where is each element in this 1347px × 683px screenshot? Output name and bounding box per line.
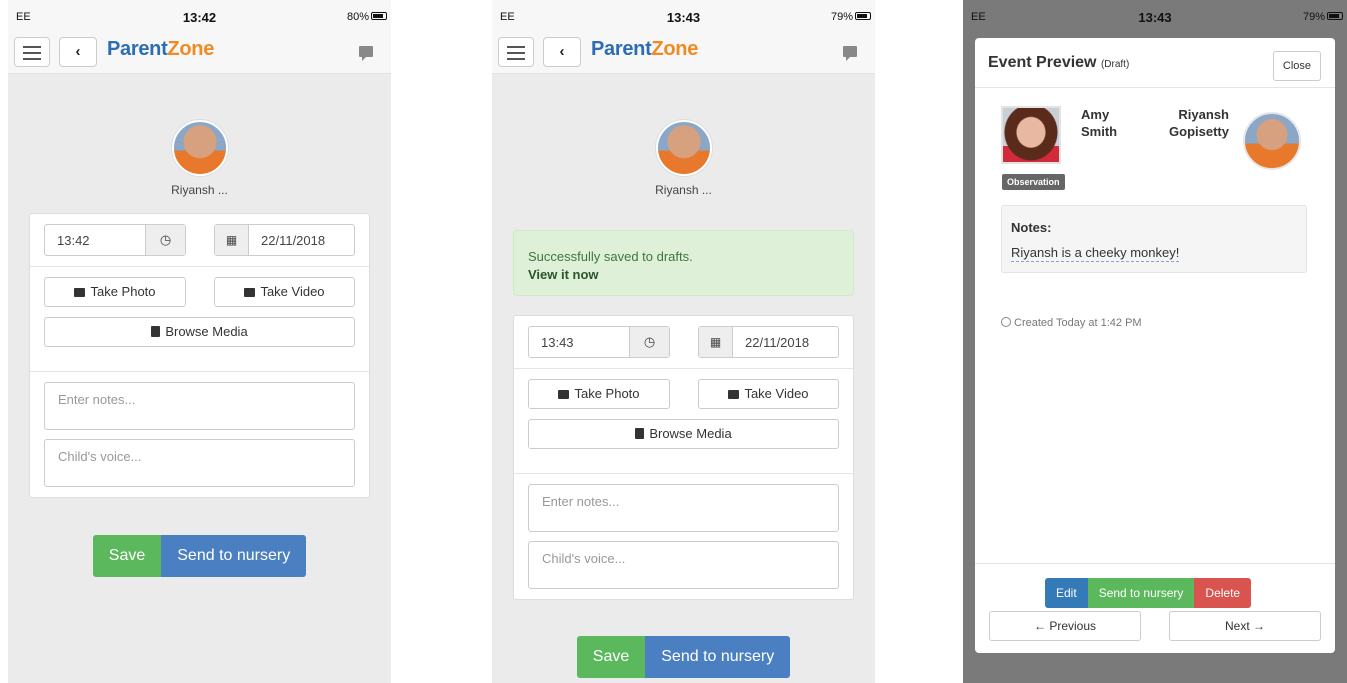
child-full-name: Riyansh Gopisetty: [1169, 107, 1229, 139]
send-to-nursery-button[interactable]: Send to nursery: [1087, 578, 1195, 608]
clock-icon: [1001, 317, 1011, 327]
time-input[interactable]: 13:42 ◷: [44, 224, 186, 256]
form-actions: Save Send to nursery: [8, 535, 391, 577]
battery-percent: 79%: [1302, 11, 1325, 23]
file-icon: [635, 428, 645, 439]
battery-icon: [1327, 12, 1343, 20]
menu-icon[interactable]: [14, 37, 50, 67]
camera-icon: [558, 390, 570, 399]
modal-footer: Edit Send to nursery Delete ← Previous Nex…: [975, 563, 1335, 653]
clock-icon[interactable]: ◷: [629, 327, 669, 357]
staff-name: Amy Smith: [1081, 107, 1118, 139]
status-bar: EE 13:43 79%: [492, 0, 875, 34]
notes-field[interactable]: Enter notes...: [44, 382, 355, 430]
take-photo-button[interactable]: Take Photo: [528, 379, 670, 409]
edit-button[interactable]: Edit: [1045, 578, 1088, 608]
film-icon: [244, 288, 256, 297]
notes-field[interactable]: Enter notes...: [528, 484, 839, 532]
modal-title: Event Preview (Draft): [988, 54, 1130, 71]
view-it-now-link[interactable]: View it now: [528, 266, 839, 284]
send-to-nursery-button[interactable]: Send to nursery: [645, 636, 791, 678]
status-time: 13:42: [182, 10, 217, 25]
observation-badge: Observation: [1002, 174, 1065, 190]
back-chevron-icon[interactable]: ‹: [543, 37, 581, 67]
notes-label: Notes:: [1011, 220, 1052, 235]
staff-avatar: [1001, 106, 1061, 164]
brand-logo[interactable]: ParentZone: [591, 38, 698, 61]
date-input[interactable]: ▦ 22/11/2018: [214, 224, 355, 256]
browse-media-button[interactable]: Browse Media: [528, 419, 839, 449]
child-voice-field[interactable]: Child's voice...: [528, 541, 839, 589]
calendar-icon[interactable]: ▦: [215, 225, 249, 255]
chat-icon[interactable]: [843, 46, 857, 61]
close-button[interactable]: Close: [1272, 51, 1321, 81]
previous-button[interactable]: ← Previous: [989, 611, 1141, 641]
notes-panel: Notes: Riyansh is a cheeky monkey!: [1001, 205, 1307, 273]
take-video-button[interactable]: Take Video: [698, 379, 839, 409]
form-actions: Save Send to nursery: [492, 636, 875, 678]
app-navbar: ‹ ParentZone: [492, 34, 875, 74]
phone-screen-saved: EE 13:43 79% ‹ ParentZone Riyansh ... Su…: [492, 0, 875, 683]
alert-message: Successfully saved to drafts.: [528, 249, 693, 264]
phone-screen-new-event: EE 13:42 80% ‹ ParentZone Riyansh ... 13…: [8, 0, 391, 683]
created-timestamp: Created Today at 1:42 PM: [1001, 317, 1335, 329]
delete-button[interactable]: Delete: [1194, 578, 1252, 608]
take-video-button[interactable]: Take Video: [214, 277, 355, 307]
event-form: 13:42 ◷ ▦ 22/11/2018 Take Photo Take Vid…: [29, 213, 370, 498]
save-button[interactable]: Save: [92, 535, 162, 577]
event-people: Amy Smith Riyansh Gopisetty Observation: [975, 88, 1335, 190]
battery-icon: [855, 12, 871, 20]
take-photo-button[interactable]: Take Photo: [44, 277, 186, 307]
date-input[interactable]: ▦ 22/11/2018: [698, 326, 839, 358]
next-button[interactable]: Next →: [1169, 611, 1321, 641]
battery-icon: [371, 12, 387, 20]
time-input[interactable]: 13:43 ◷: [528, 326, 670, 358]
event-preview-modal: Event Preview (Draft) Close Amy Smith Riy…: [975, 38, 1335, 653]
child-header: Riyansh ...: [8, 74, 391, 197]
status-bar: EE 13:43 79%: [963, 0, 1347, 34]
child-name: Riyansh ...: [655, 183, 712, 197]
brand-logo[interactable]: ParentZone: [107, 38, 214, 61]
menu-icon[interactable]: [498, 37, 534, 67]
success-alert: Successfully saved to drafts. View it no…: [513, 230, 854, 296]
modal-header: Event Preview (Draft) Close: [975, 38, 1335, 88]
child-avatar[interactable]: [171, 120, 228, 176]
save-button[interactable]: Save: [576, 636, 646, 678]
notes-value: Riyansh is a cheeky monkey!: [1011, 245, 1180, 262]
file-icon: [151, 326, 161, 337]
child-voice-field[interactable]: Child's voice...: [44, 439, 355, 487]
phone-screen-preview: EE 13:43 79% Event Preview (Draft) Close…: [963, 0, 1347, 683]
clock-icon[interactable]: ◷: [145, 225, 185, 255]
camera-icon: [74, 288, 86, 297]
status-bar: EE 13:42 80%: [8, 0, 391, 34]
draft-tag: (Draft): [1100, 59, 1130, 70]
app-navbar: ‹ ParentZone: [8, 34, 391, 74]
chat-icon[interactable]: [359, 46, 373, 61]
back-chevron-icon[interactable]: ‹: [59, 37, 97, 67]
child-header: Riyansh ...: [492, 74, 875, 197]
preview-actions: Edit Send to nursery Delete: [1045, 578, 1252, 608]
status-time: 13:43: [666, 10, 701, 25]
film-icon: [728, 390, 740, 399]
child-avatar: [1243, 112, 1301, 170]
browse-media-button[interactable]: Browse Media: [44, 317, 355, 347]
arrow-right-icon: →: [1249, 619, 1266, 633]
child-name: Riyansh ...: [171, 183, 228, 197]
arrow-left-icon: ←: [1033, 619, 1050, 633]
calendar-icon[interactable]: ▦: [699, 327, 733, 357]
battery-percent: 80%: [346, 11, 369, 23]
child-avatar[interactable]: [655, 120, 712, 176]
event-form: 13:43 ◷ ▦ 22/11/2018 Take Photo Take Vid…: [513, 315, 854, 600]
send-to-nursery-button[interactable]: Send to nursery: [161, 535, 307, 577]
status-time: 13:43: [1138, 10, 1172, 25]
battery-percent: 79%: [830, 11, 853, 23]
